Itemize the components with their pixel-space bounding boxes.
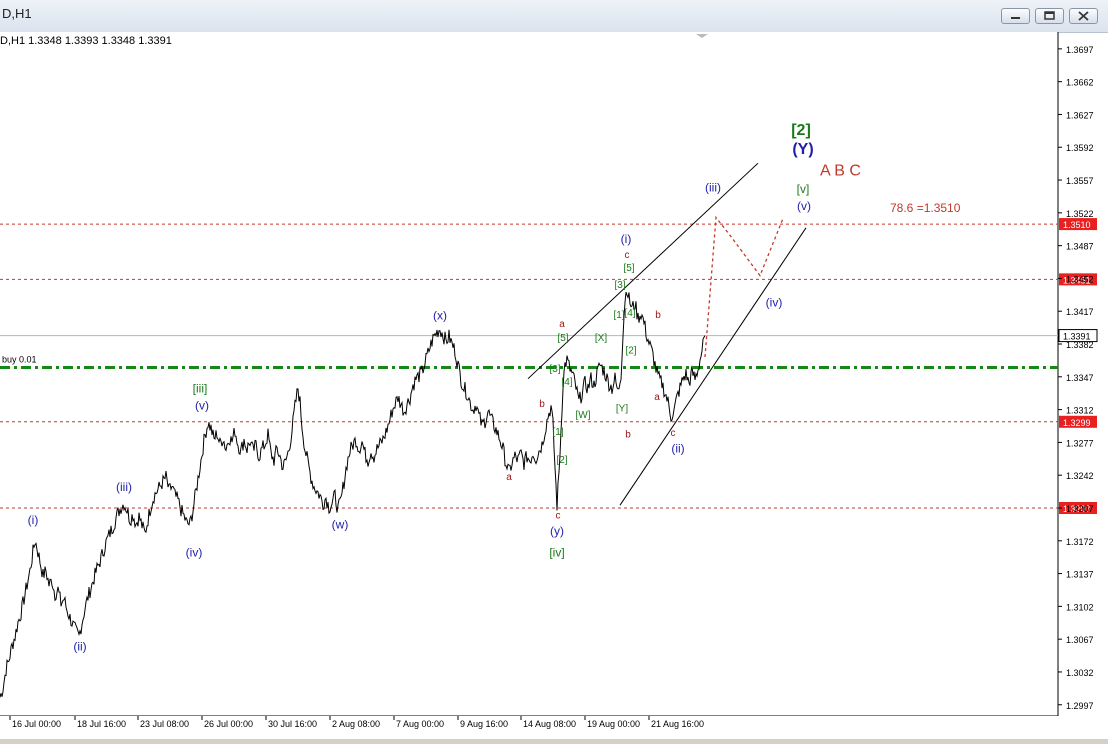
minimize-icon xyxy=(1011,17,1020,19)
wave-label-1: (ii) xyxy=(73,639,86,653)
order-label: buy 0.01 xyxy=(2,354,37,364)
close-button[interactable] xyxy=(1069,8,1098,24)
chart-window: D,H1 D,H1 1.3348 1.3393 1.3348 1.3391 1.… xyxy=(0,0,1108,739)
wave-label-32: c xyxy=(671,428,676,439)
wave-label-21: [Y] xyxy=(616,403,628,414)
x-tick-label-4: 30 Jul 16:00 xyxy=(268,719,317,729)
y-tick-label-6: 1.3487 xyxy=(1066,242,1094,252)
wave-label-33: (ii) xyxy=(671,442,684,456)
minimize-button[interactable] xyxy=(1001,8,1030,24)
wave-label-27: [5] xyxy=(623,263,634,274)
wave-label-4: [iii] xyxy=(193,382,208,396)
x-tick-label-10: 21 Aug 16:00 xyxy=(651,719,704,729)
wave-label-35: (iv) xyxy=(766,296,783,310)
restore-button[interactable] xyxy=(1035,8,1064,24)
x-tick-label-9: 19 Aug 00:00 xyxy=(587,719,640,729)
x-tick-label-8: 14 Aug 08:00 xyxy=(523,719,576,729)
fib-annotation: 78.6 =1.3510 xyxy=(890,201,961,215)
title-bar: D,H1 xyxy=(0,0,1108,33)
x-tick-label-3: 26 Jul 00:00 xyxy=(204,719,253,729)
wave-label-40: A B C xyxy=(820,162,861,179)
y-tick-label-2: 1.3627 xyxy=(1066,110,1094,120)
window-title: D,H1 xyxy=(2,6,32,21)
close-icon xyxy=(1078,11,1089,21)
x-tick-label-7: 9 Aug 16:00 xyxy=(460,719,508,729)
y-tick-label-7: 1.3452 xyxy=(1066,274,1094,284)
wave-label-8: a xyxy=(506,472,512,483)
wave-label-30: b xyxy=(655,310,661,321)
wave-label-24: [2] xyxy=(625,345,636,356)
y-tick-label-20: 1.2997 xyxy=(1066,701,1094,711)
wave-label-23: [1] xyxy=(613,310,624,321)
chart-area[interactable]: D,H1 1.3348 1.3393 1.3348 1.3391 1.3510 1… xyxy=(0,32,1108,739)
wave-label-22: b xyxy=(625,430,631,441)
y-tick-label-12: 1.3277 xyxy=(1066,438,1094,448)
wave-label-14: [2] xyxy=(556,455,567,466)
wave-label-38: [2] xyxy=(791,122,811,139)
symbol-header: D,H1 1.3348 1.3393 1.3348 1.3391 xyxy=(0,35,172,47)
y-tick-label-10: 1.3347 xyxy=(1066,373,1094,383)
y-tick-label-1: 1.3662 xyxy=(1066,78,1094,88)
y-tick-label-14: 1.3207 xyxy=(1066,504,1094,514)
y-tick-label-9: 1.3382 xyxy=(1066,340,1094,350)
wave-label-25: [3] xyxy=(614,280,625,291)
wave-label-15: [3] xyxy=(549,364,560,375)
y-tick-label-15: 1.3172 xyxy=(1066,537,1094,547)
wave-label-11: (y) xyxy=(550,524,564,538)
wave-label-12: [iv] xyxy=(549,546,564,560)
wave-label-2: (iii) xyxy=(116,480,132,494)
wave-label-36: [v] xyxy=(797,182,810,196)
y-tick-label-19: 1.3032 xyxy=(1066,668,1094,678)
wave-label-28: c xyxy=(625,250,630,261)
y-tick-label-16: 1.3137 xyxy=(1066,570,1094,580)
y-tick-label-17: 1.3102 xyxy=(1066,602,1094,612)
wave-label-9: b xyxy=(539,399,545,410)
wave-label-20: [X] xyxy=(595,333,607,344)
wave-label-13: [1] xyxy=(552,427,563,438)
wave-label-18: a xyxy=(559,319,565,330)
wave-label-19: [W] xyxy=(576,410,591,421)
y-tick-label-13: 1.3242 xyxy=(1066,471,1094,481)
wave-label-6: (w) xyxy=(332,518,349,532)
x-tick-label-2: 23 Jul 08:00 xyxy=(140,719,189,729)
wave-label-7: (x) xyxy=(433,309,447,323)
x-tick-label-1: 18 Jul 16:00 xyxy=(77,719,126,729)
price-chart[interactable]: D,H1 1.3348 1.3393 1.3348 1.3391 1.35101… xyxy=(0,32,1108,739)
wave-label-5: (v) xyxy=(195,399,209,413)
wave-label-34: (iii) xyxy=(705,180,721,194)
y-tick-label-4: 1.3557 xyxy=(1066,176,1094,186)
x-tick-label-5: 2 Aug 08:00 xyxy=(332,719,380,729)
y-tick-label-5: 1.3522 xyxy=(1066,209,1094,219)
x-tick-label-0: 16 Jul 00:00 xyxy=(12,719,61,729)
wave-label-39: (Y) xyxy=(792,141,813,158)
wave-label-31: a xyxy=(654,392,660,403)
restore-icon xyxy=(1044,11,1055,20)
y-tick-label-11: 1.3312 xyxy=(1066,406,1094,416)
x-tick-label-6: 7 Aug 00:00 xyxy=(396,719,444,729)
y-tick-label-18: 1.3067 xyxy=(1066,635,1094,645)
wave-label-3: (iv) xyxy=(186,546,203,560)
level-price-label-0: 1.3510 xyxy=(1063,220,1091,230)
y-tick-label-3: 1.3592 xyxy=(1066,143,1094,153)
wave-label-37: (v) xyxy=(797,199,811,213)
wave-label-0: (i) xyxy=(28,513,39,527)
level-price-label-4: 1.3299 xyxy=(1063,418,1091,428)
plot-background xyxy=(0,32,1058,716)
wave-label-10: c xyxy=(556,510,561,521)
wave-label-29: (i) xyxy=(621,232,632,246)
y-tick-label-0: 1.3697 xyxy=(1066,45,1094,55)
y-tick-label-8: 1.3417 xyxy=(1066,307,1094,317)
wave-label-26: [4] xyxy=(624,308,635,319)
wave-label-16: [4] xyxy=(561,377,572,388)
wave-label-17: [5] xyxy=(557,333,568,344)
